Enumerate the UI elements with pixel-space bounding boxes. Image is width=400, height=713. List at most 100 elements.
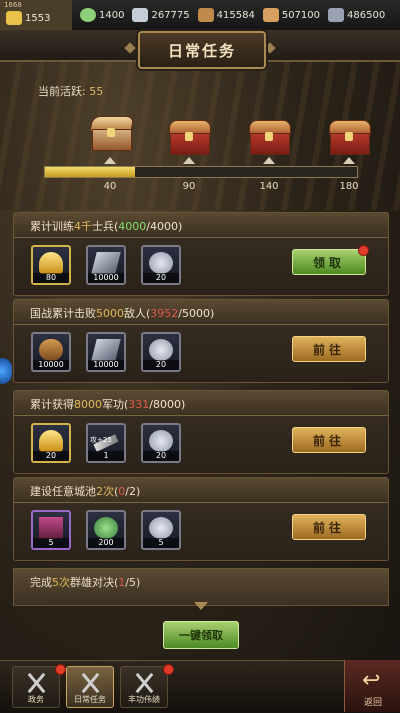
reward-item-gem[interactable]: 200 — [86, 510, 126, 550]
claim-button[interactable]: 领取 — [292, 249, 366, 275]
reward-item-scroll[interactable]: 5 — [31, 510, 71, 550]
coin-icon — [149, 252, 173, 274]
iron-icon — [91, 252, 121, 274]
task-title: 建设任意城池2次(0/2) — [30, 485, 141, 498]
gold-ingot-icon — [6, 11, 22, 25]
reward-item-wood[interactable]: 10000 — [31, 332, 71, 372]
milestone-label-180: 180 — [339, 181, 359, 192]
activity-value: 55 — [89, 85, 104, 98]
task-title: 国战累计击败5000敌人(3952/5000) — [30, 307, 215, 320]
task-title-highlight: 4千 — [74, 220, 92, 233]
page-title: 日常任务 — [167, 41, 236, 60]
task-5-title-highlight: 5次 — [52, 576, 70, 589]
tab-achievements-notification-dot — [163, 664, 174, 675]
task-card: 累计获得8000军功(331/8000) 20 攻+25 1 20 前往 — [13, 390, 389, 474]
go-button[interactable]: 前往 — [292, 427, 366, 453]
task-5-total: /5 — [125, 576, 137, 589]
task-progress-total: /5000 — [178, 307, 210, 320]
scroll-icon — [39, 517, 63, 539]
reward-item-iron[interactable]: 10000 — [86, 332, 126, 372]
task-title-post: 士兵 — [92, 220, 114, 233]
task-progress-current: 3952 — [150, 307, 179, 320]
tab-achievements[interactable]: 丰功伟绩 — [120, 666, 168, 708]
task-card-5: 完成5次群雄对决(1/5) — [13, 568, 389, 606]
scroll-down-arrow-icon — [194, 602, 208, 610]
reward-chest-40[interactable] — [89, 116, 135, 151]
reward-chest-90[interactable] — [169, 120, 211, 155]
resource-iron[interactable]: 486500 — [328, 0, 385, 30]
reward-item-count: 5 — [143, 538, 179, 548]
resource-bar: 1668 1553 1400 267775 415584 507100 4865… — [0, 0, 400, 31]
claim-notification-dot — [358, 245, 369, 256]
milestone-pointer-90 — [183, 157, 195, 164]
resource-jade[interactable]: 1400 — [80, 0, 124, 30]
coin-icon — [149, 430, 173, 452]
go-button[interactable]: 前往 — [292, 514, 366, 540]
activity-label-text: 当前活跃: — [38, 85, 86, 98]
task-title-post: 军功 — [102, 398, 124, 411]
task-5-title-pre: 完成 — [30, 576, 52, 589]
tab-government[interactable]: 政务 — [12, 666, 60, 708]
coin-icon — [149, 339, 173, 361]
task-title-highlight: 8000 — [74, 398, 102, 411]
reward-item-count: 200 — [88, 538, 124, 548]
resource-wood[interactable]: 415584 — [197, 0, 255, 30]
reward-item-coin[interactable]: 20 — [141, 245, 181, 285]
reward-chest-180[interactable] — [329, 120, 371, 155]
crossed-swords-icon — [77, 671, 105, 695]
resource-gold-value: 1553 — [25, 12, 51, 24]
reward-chest-140[interactable] — [249, 120, 291, 155]
task-title-highlight: 5000 — [96, 307, 124, 320]
resource-iron-value: 486500 — [347, 9, 386, 21]
task-title-pre: 累计训练 — [30, 220, 74, 233]
resource-food[interactable]: 507100 — [262, 0, 320, 30]
milestone-pointer-180 — [343, 157, 355, 164]
back-button-label: 返回 — [363, 698, 382, 708]
task-title-pre: 建设任意城池 — [30, 485, 96, 498]
title-plaque: 日常任务 — [138, 31, 266, 69]
reward-item-count: 20 — [33, 451, 69, 461]
milestone-label-140: 140 — [259, 181, 279, 192]
back-arrow-icon: ↩ — [362, 668, 381, 693]
task-title-pre: 国战累计击败 — [30, 307, 96, 320]
vip-label: 1668 — [4, 1, 22, 9]
back-button[interactable]: ↩ 返回 — [344, 660, 400, 712]
task-progress-total: /8000 — [149, 398, 181, 411]
reward-item-count: 10000 — [88, 273, 124, 283]
tab-daily-tasks[interactable]: 日常任务 — [66, 666, 114, 708]
food-icon — [262, 8, 279, 22]
task-progress-current: 4000 — [118, 220, 147, 233]
iron-icon — [328, 8, 345, 22]
resource-gold[interactable]: 1668 1553 — [0, 0, 72, 30]
reward-item-iron[interactable]: 10000 — [86, 245, 126, 285]
reward-item-label: 攻+25 — [90, 436, 112, 444]
reward-item-coin[interactable]: 5 — [141, 510, 181, 550]
milestone-pointer-140 — [263, 157, 275, 164]
reward-item-count: 1 — [88, 451, 124, 461]
reward-item-coin[interactable]: 20 — [141, 332, 181, 372]
task-card: 累计训练4千士兵(4000/4000) 80 10000 20 领取 — [13, 212, 389, 296]
reward-item-blade[interactable]: 攻+25 1 — [86, 423, 126, 463]
tab-government-notification-dot — [55, 664, 66, 675]
task-title: 累计训练4千士兵(4000/4000) — [30, 220, 183, 233]
one-click-claim-button[interactable]: 一键领取 — [163, 621, 239, 649]
resource-jade-value: 1400 — [99, 9, 125, 21]
wood-icon — [197, 8, 214, 22]
crossed-swords-icon — [131, 671, 159, 695]
reward-item-count: 20 — [143, 360, 179, 370]
milestone-label-90: 90 — [182, 181, 196, 192]
task-title-pre: 累计获得 — [30, 398, 74, 411]
reward-item-coin[interactable]: 20 — [141, 423, 181, 463]
activity-progress-bar — [44, 166, 358, 178]
reward-item-gold[interactable]: 80 — [31, 245, 71, 285]
gold-icon — [39, 252, 63, 274]
task-card: 国战累计击败5000敌人(3952/5000) 10000 10000 20 前… — [13, 299, 389, 383]
task-title-highlight: 2次 — [96, 485, 114, 498]
resource-silver[interactable]: 267775 — [132, 0, 190, 30]
reward-item-gold[interactable]: 20 — [31, 423, 71, 463]
iron-icon — [91, 339, 121, 361]
reward-item-count: 10000 — [33, 360, 69, 370]
task-progress-total: /2 — [125, 485, 137, 498]
go-button[interactable]: 前往 — [292, 336, 366, 362]
jade-icon — [80, 8, 96, 22]
